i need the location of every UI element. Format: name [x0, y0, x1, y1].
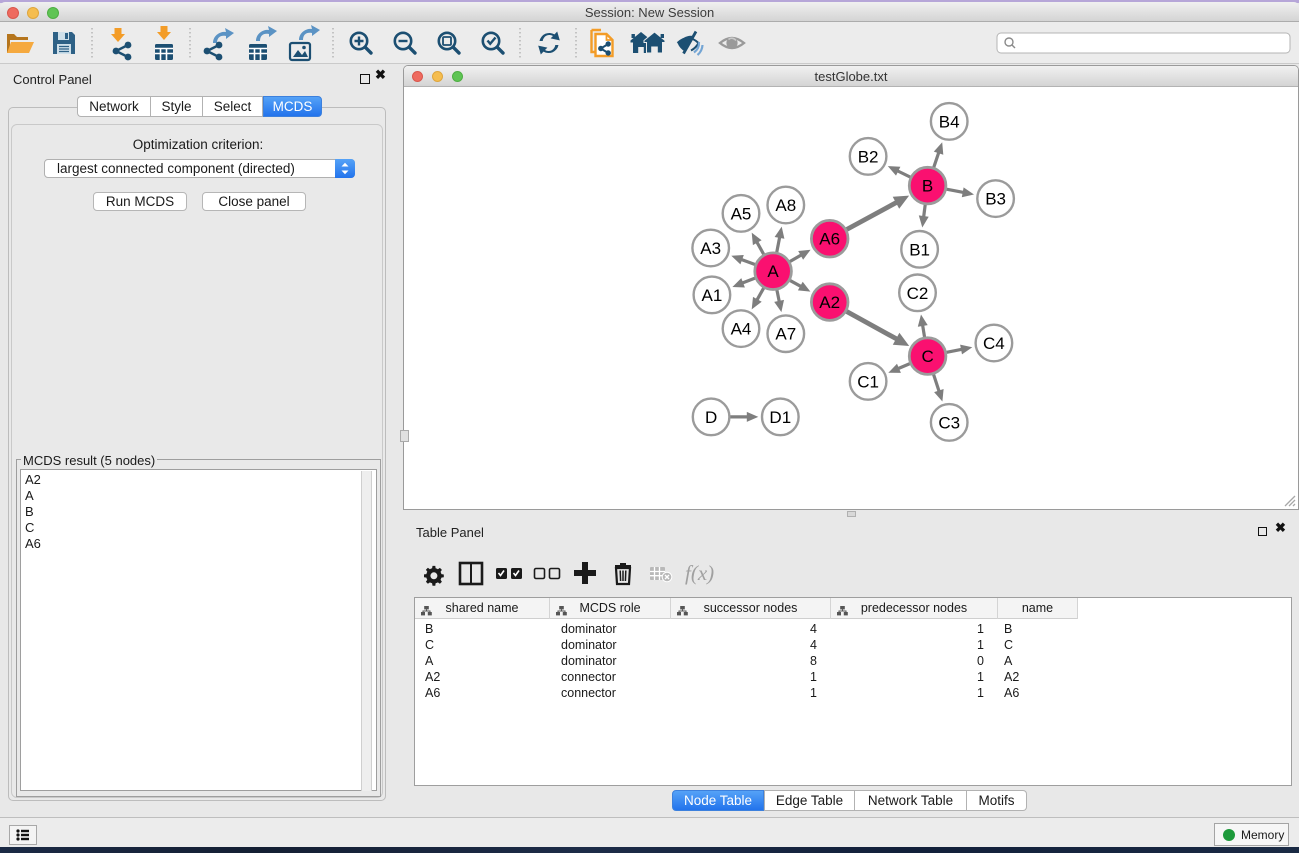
svg-text:A6: A6 — [819, 230, 840, 249]
svg-text:A: A — [767, 262, 779, 281]
svg-text:A3: A3 — [700, 239, 721, 258]
svg-text:C4: C4 — [983, 334, 1005, 353]
svg-text:f(x): f(x) — [685, 561, 714, 585]
svg-text:A2: A2 — [819, 293, 840, 312]
svg-text:D: D — [705, 408, 717, 427]
svg-text:B2: B2 — [858, 147, 879, 166]
svg-text:A4: A4 — [731, 320, 752, 339]
svg-text:C2: C2 — [907, 284, 929, 303]
svg-text:B1: B1 — [909, 240, 930, 259]
svg-text:A1: A1 — [702, 286, 723, 305]
svg-text:B: B — [922, 177, 933, 196]
svg-text:B3: B3 — [985, 190, 1006, 209]
svg-text:C1: C1 — [857, 372, 879, 391]
svg-text:A8: A8 — [775, 196, 796, 215]
svg-text:B4: B4 — [939, 112, 960, 131]
svg-text:C3: C3 — [938, 413, 960, 432]
svg-text:D1: D1 — [769, 408, 791, 427]
svg-text:A7: A7 — [775, 325, 796, 344]
svg-text:A5: A5 — [731, 204, 752, 223]
svg-text:C: C — [921, 347, 933, 366]
